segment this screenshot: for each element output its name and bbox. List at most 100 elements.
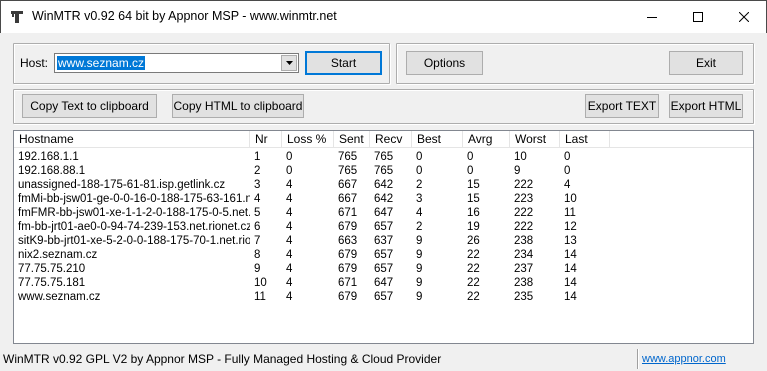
cell-best: 9 xyxy=(416,235,423,247)
host-combobox[interactable]: www.seznam.cz xyxy=(54,53,299,73)
status-divider xyxy=(637,349,639,369)
table-row[interactable]: fmFMR-bb-jsw01-xe-1-1-2-0-188-175-0-5.ne… xyxy=(14,206,753,220)
cell-recv: 657 xyxy=(374,263,394,275)
cell-recv: 642 xyxy=(374,179,394,191)
cell-best: 9 xyxy=(416,263,423,275)
cell-avrg: 26 xyxy=(467,235,480,247)
cell-nr: 7 xyxy=(254,235,261,247)
minimize-button[interactable] xyxy=(629,1,675,33)
cell-last: 0 xyxy=(564,151,571,163)
cell-sent: 667 xyxy=(338,179,358,191)
table-row[interactable]: fm-bb-jrt01-ae0-0-94-74-239-153.net.rion… xyxy=(14,220,753,234)
cell-worst: 10 xyxy=(514,151,527,163)
cell-last: 4 xyxy=(564,179,571,191)
cell-loss: 4 xyxy=(286,277,293,289)
cell-loss: 4 xyxy=(286,235,293,247)
table-row[interactable]: www.seznam.cz 11 4 679 657 9 22 235 14 xyxy=(14,290,753,304)
cell-sent: 765 xyxy=(338,165,358,177)
column-header-recv[interactable]: Recv xyxy=(370,131,412,148)
cell-recv: 765 xyxy=(374,165,394,177)
table-row[interactable]: sitK9-bb-jrt01-xe-5-2-0-0-188-175-70-1.n… xyxy=(14,234,753,248)
cell-last: 14 xyxy=(564,277,577,289)
cell-last: 11 xyxy=(564,207,576,219)
window-title: WinMTR v0.92 64 bit by Appnor MSP - www.… xyxy=(32,9,337,23)
cell-worst: 9 xyxy=(514,165,521,177)
cell-sent: 679 xyxy=(338,263,358,275)
cell-loss: 4 xyxy=(286,221,293,233)
cell-hostname: 77.75.75.210 xyxy=(18,263,86,275)
copy-html-button[interactable]: Copy HTML to clipboard xyxy=(172,94,304,118)
cell-nr: 10 xyxy=(254,277,267,289)
cell-avrg: 22 xyxy=(467,291,480,303)
cell-nr: 4 xyxy=(254,193,261,205)
cell-best: 0 xyxy=(416,151,423,163)
cell-last: 13 xyxy=(564,235,577,247)
status-bar: WinMTR v0.92 GPL V2 by Appnor MSP - Full… xyxy=(0,347,767,371)
cell-nr: 2 xyxy=(254,165,261,177)
host-input[interactable]: www.seznam.cz xyxy=(57,56,146,70)
maximize-button[interactable] xyxy=(675,1,721,33)
cell-loss: 4 xyxy=(286,263,293,275)
cell-nr: 3 xyxy=(254,179,261,191)
appnor-link[interactable]: www.appnor.com xyxy=(642,353,726,365)
cell-loss: 0 xyxy=(286,165,293,177)
column-header-worst[interactable]: Worst xyxy=(510,131,560,148)
cell-sent: 679 xyxy=(338,291,358,303)
cell-last: 12 xyxy=(564,221,577,233)
cell-sent: 765 xyxy=(338,151,358,163)
table-row[interactable]: 77.75.75.181 10 4 671 647 9 22 238 14 xyxy=(14,276,753,290)
cell-hostname: www.seznam.cz xyxy=(18,291,101,303)
copy-text-button[interactable]: Copy Text to clipboard xyxy=(22,94,157,118)
cell-loss: 4 xyxy=(286,207,293,219)
column-header-avrg[interactable]: Avrg xyxy=(463,131,510,148)
cell-avrg: 15 xyxy=(467,179,480,191)
status-text: WinMTR v0.92 GPL V2 by Appnor MSP - Full… xyxy=(3,352,442,366)
table-row[interactable]: 77.75.75.210 9 4 679 657 9 22 237 14 xyxy=(14,262,753,276)
column-header-nr[interactable]: Nr xyxy=(250,131,282,148)
table-row[interactable]: nix2.seznam.cz 8 4 679 657 9 22 234 14 xyxy=(14,248,753,262)
cell-worst: 238 xyxy=(514,235,534,247)
title-bar[interactable]: WinMTR v0.92 64 bit by Appnor MSP - www.… xyxy=(0,0,767,33)
cell-avrg: 22 xyxy=(467,263,480,275)
cell-recv: 642 xyxy=(374,193,394,205)
cell-recv: 657 xyxy=(374,221,394,233)
exit-button[interactable]: Exit xyxy=(669,51,743,75)
column-header-hostname[interactable]: Hostname xyxy=(14,131,250,148)
start-button[interactable]: Start xyxy=(305,51,382,75)
table-row[interactable]: 192.168.88.1 2 0 765 765 0 0 9 0 xyxy=(14,164,753,178)
minimize-icon xyxy=(647,17,657,18)
cell-worst: 237 xyxy=(514,263,534,275)
table-row[interactable]: unassigned-188-175-61-81.isp.getlink.cz 3… xyxy=(14,178,753,192)
table-row[interactable]: 192.168.1.1 1 0 765 765 0 0 10 0 xyxy=(14,150,753,164)
cell-best: 2 xyxy=(416,179,423,191)
export-html-button[interactable]: Export HTML xyxy=(669,94,743,118)
cell-nr: 6 xyxy=(254,221,261,233)
export-text-button[interactable]: Export TEXT xyxy=(585,94,659,118)
results-table[interactable]: Hostname Nr Loss % Sent Recv Best Avrg Worst Las… xyxy=(13,130,754,344)
cell-nr: 5 xyxy=(254,207,261,219)
host-label: Host: xyxy=(20,56,49,70)
cell-best: 0 xyxy=(416,165,423,177)
cell-sent: 679 xyxy=(338,249,358,261)
cell-worst: 222 xyxy=(514,221,534,233)
cell-loss: 4 xyxy=(286,291,293,303)
cell-sent: 667 xyxy=(338,193,358,205)
dropdown-button[interactable] xyxy=(281,55,297,71)
cell-sent: 663 xyxy=(338,235,358,247)
cell-avrg: 19 xyxy=(467,221,480,233)
cell-worst: 222 xyxy=(514,179,534,191)
column-header-best[interactable]: Best xyxy=(412,131,463,148)
cell-avrg: 22 xyxy=(467,249,480,261)
column-header-sent[interactable]: Sent xyxy=(334,131,370,148)
column-header-loss[interactable]: Loss % xyxy=(282,131,334,148)
cell-recv: 637 xyxy=(374,235,394,247)
cell-hostname: nix2.seznam.cz xyxy=(18,249,98,261)
cell-loss: 4 xyxy=(286,193,293,205)
table-row[interactable]: fmMi-bb-jsw01-ge-0-0-16-0-188-175-63-161… xyxy=(14,192,753,206)
close-button[interactable] xyxy=(721,1,767,33)
cell-sent: 679 xyxy=(338,221,358,233)
options-button[interactable]: Options xyxy=(406,51,483,75)
cell-best: 2 xyxy=(416,221,423,233)
column-header-last[interactable]: Last xyxy=(560,131,610,148)
cell-worst: 222 xyxy=(514,207,534,219)
